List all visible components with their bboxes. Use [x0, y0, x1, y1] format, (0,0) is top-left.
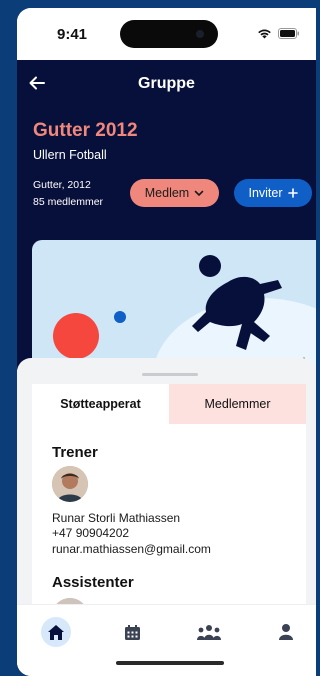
group-icon: [197, 624, 221, 640]
home-indicator: [116, 661, 224, 665]
trainer-heading: Trener: [52, 444, 98, 461]
home-icon: [48, 624, 64, 640]
football-player-illustration: [53, 255, 316, 370]
bottom-navigation: [17, 604, 316, 676]
tab-support-staff[interactable]: Støtteapperat: [32, 384, 169, 424]
trainer-name: Runar Storli Mathiassen: [52, 511, 181, 525]
wifi-icon: [258, 29, 271, 39]
member-status-button[interactable]: Medlem: [130, 179, 219, 207]
sheet-tabs: Støtteapperat Medlemmer: [32, 384, 306, 424]
status-time: 9:41: [57, 26, 88, 43]
dynamic-island: [120, 20, 218, 48]
nav-group[interactable]: [194, 617, 224, 647]
nav-calendar[interactable]: [117, 617, 147, 647]
member-button-label: Medlem: [144, 186, 190, 200]
nav-home[interactable]: [41, 617, 71, 647]
battery-icon: [278, 28, 299, 39]
tab-members[interactable]: Medlemmer: [169, 384, 306, 424]
calendar-icon: [124, 624, 140, 640]
invite-button[interactable]: Inviter: [234, 179, 312, 207]
trainer-avatar[interactable]: [52, 466, 88, 502]
club-name: Ullern Fotball: [33, 148, 107, 162]
group-cover-image: [32, 240, 316, 370]
sheet-grabber[interactable]: [142, 373, 198, 376]
trainer-phone[interactable]: +47 90904202: [52, 526, 129, 540]
phone-screen: 9:41 Gruppe Gutter 2012 Ullern Fotball G…: [17, 8, 316, 676]
nav-profile[interactable]: [271, 617, 301, 647]
support-staff-panel: Trener Runar Storli Mathiassen +47 90904…: [32, 424, 306, 624]
profile-icon: [279, 624, 293, 640]
group-header: Gruppe Gutter 2012 Ullern Fotball Gutter…: [17, 60, 316, 370]
page-title: Gruppe: [138, 75, 195, 92]
group-name: Gutter 2012: [33, 120, 138, 141]
status-icons: [257, 28, 300, 39]
status-bar: 9:41: [17, 8, 316, 60]
invite-button-label: Inviter: [248, 186, 283, 200]
chevron-down-icon: [194, 190, 204, 196]
plus-icon: [287, 188, 298, 198]
assistants-heading: Assistenter: [52, 574, 134, 591]
member-count: 85 medlemmer: [33, 196, 104, 208]
trainer-email[interactable]: runar.mathiassen@gmail.com: [52, 542, 211, 556]
group-category: Gutter, 2012: [33, 179, 91, 191]
